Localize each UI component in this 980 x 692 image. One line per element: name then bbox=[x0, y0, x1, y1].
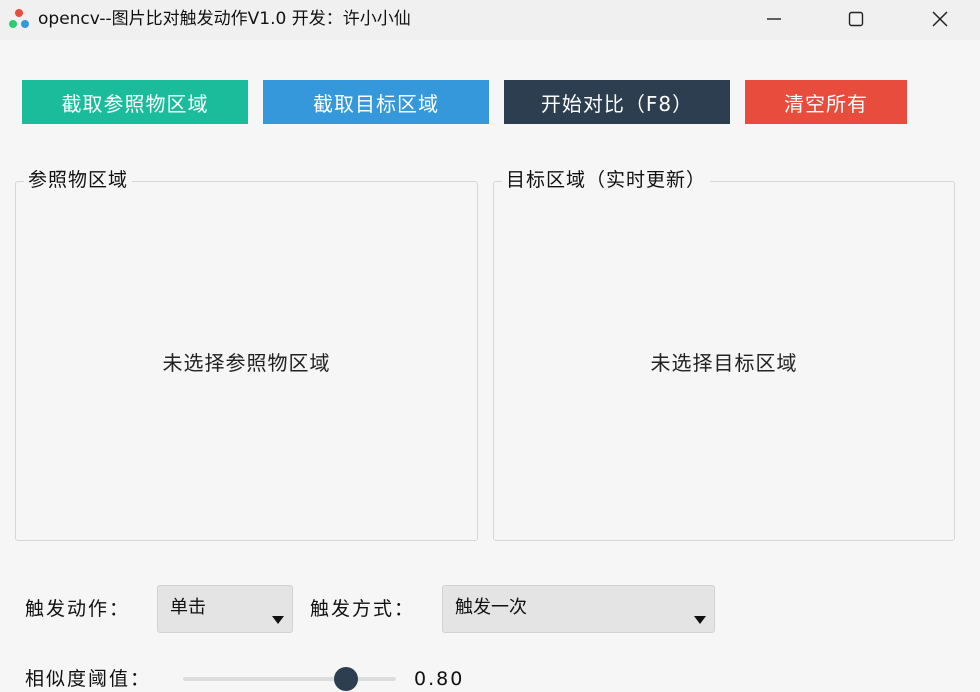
start-compare-button[interactable]: 开始对比（F8） bbox=[504, 80, 730, 124]
trigger-action-label: 触发动作： bbox=[25, 598, 131, 620]
threshold-slider[interactable] bbox=[183, 666, 396, 692]
trigger-mode-value: 触发一次 bbox=[455, 597, 527, 618]
close-button[interactable] bbox=[910, 0, 970, 38]
maximize-button[interactable] bbox=[826, 0, 886, 38]
threshold-label: 相似度阈值： bbox=[25, 668, 152, 690]
capture-reference-button[interactable]: 截取参照物区域 bbox=[22, 80, 248, 124]
main-content: 截取参照物区域 截取目标区域 开始对比（F8） 清空所有 参照物区域 未选择参照… bbox=[0, 40, 980, 692]
opencv-logo-icon bbox=[9, 9, 29, 28]
window-title: opencv--图片比对触发动作V1.0 开发：许小小仙 bbox=[38, 9, 411, 29]
trigger-mode-select[interactable]: 触发一次 bbox=[442, 585, 715, 633]
minimize-icon bbox=[767, 18, 781, 20]
close-icon bbox=[932, 11, 948, 27]
maximize-icon bbox=[848, 11, 864, 27]
target-placeholder: 未选择目标区域 bbox=[650, 350, 798, 375]
reference-panel: 参照物区域 未选择参照物区域 bbox=[15, 168, 478, 541]
capture-target-button[interactable]: 截取目标区域 bbox=[263, 80, 489, 124]
clear-all-button[interactable]: 清空所有 bbox=[745, 80, 907, 124]
trigger-action-select[interactable]: 单击 bbox=[157, 585, 293, 633]
dropdown-arrow-icon bbox=[694, 616, 706, 624]
title-bar[interactable]: opencv--图片比对触发动作V1.0 开发：许小小仙 bbox=[0, 0, 980, 40]
trigger-mode-label: 触发方式： bbox=[310, 598, 416, 620]
target-panel: 目标区域（实时更新） 未选择目标区域 bbox=[493, 168, 955, 541]
slider-track[interactable] bbox=[183, 677, 396, 681]
threshold-value: 0.80 bbox=[414, 668, 465, 690]
dropdown-arrow-icon bbox=[272, 616, 284, 624]
slider-handle[interactable] bbox=[334, 667, 359, 691]
minimize-button[interactable] bbox=[744, 0, 804, 38]
reference-placeholder: 未选择参照物区域 bbox=[162, 350, 331, 375]
trigger-action-value: 单击 bbox=[170, 597, 206, 618]
